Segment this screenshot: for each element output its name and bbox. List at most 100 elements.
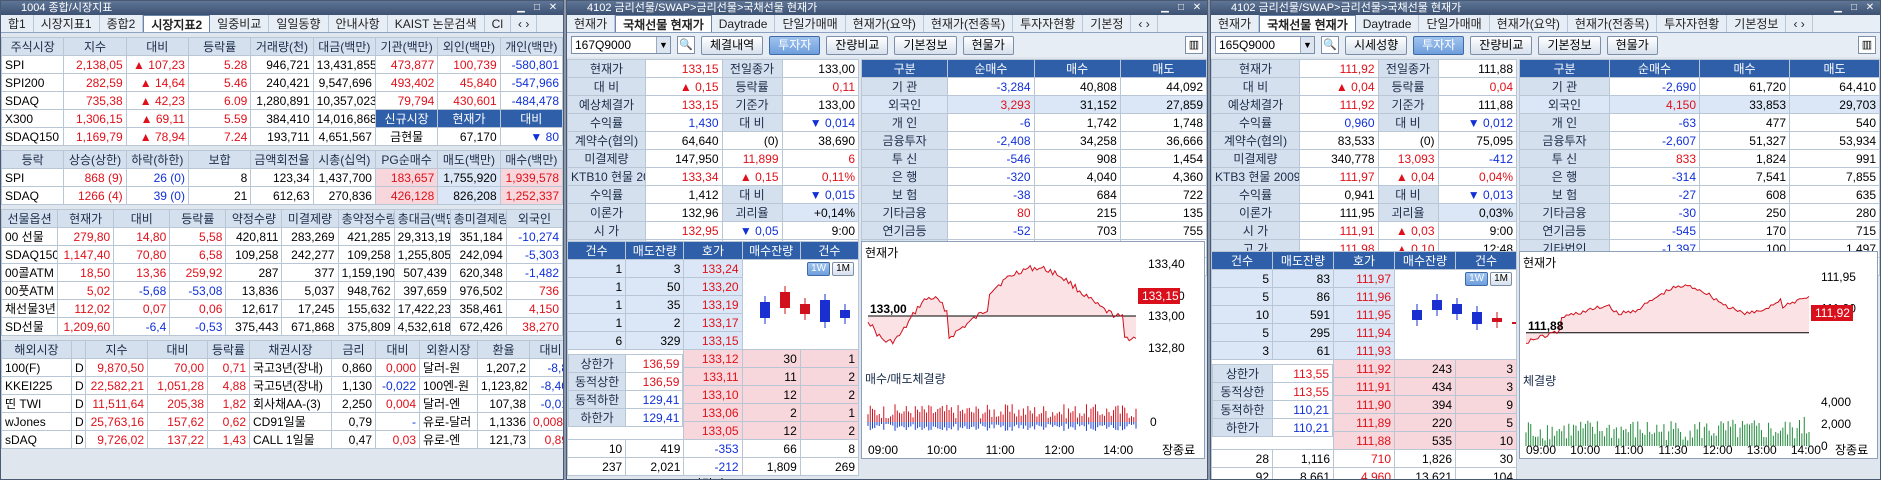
bid-price[interactable]: 111,90 [1333,395,1395,414]
tab-4[interactable]: 현재가(요약) [846,15,924,32]
tab-5[interactable]: 현재가(전종목) [924,15,1014,32]
table-row[interactable]: 100(F) D 9,870,50 70,00 0,71 국고3년(장내) 0,860 0,0… [1,358,563,377]
btn-3[interactable]: 기본정보 [894,35,957,55]
ask-price[interactable]: 133,20 [683,277,743,296]
table-row[interactable]: KKEI225 D 22,582,21 1,051,28 4,88 국고5년(장내) 1,1… [1,376,563,395]
table-row[interactable]: 연기금등 -545 170 715 [1519,221,1880,240]
table-row[interactable]: 투 신 833 1,824 991 [1519,149,1880,168]
btn-2[interactable]: 잔량비교 [826,35,889,55]
tab-8[interactable]: Cl [485,15,511,32]
tab-5[interactable]: 일일동향 [269,15,329,32]
tab-6[interactable]: 안내사항 [329,15,388,32]
ask-row[interactable]: 5 83 111,97 1W 1M [1211,269,1517,360]
close-icon[interactable]: ✕ [1862,1,1878,15]
minimize-icon[interactable]: ▁ [1157,1,1173,15]
tab-4[interactable]: 일중비교 [210,15,270,32]
search-icon[interactable]: 🔍 [1321,36,1339,54]
table-row[interactable]: 개 인 -6 1,742 1,748 [860,113,1207,132]
tab-1[interactable]: 국채선물 현재가 [615,15,712,32]
bid-price[interactable]: 111,92 [1333,359,1395,378]
table-row[interactable]: 외국인 3,293 31,152 27,859 [860,95,1207,114]
bid-price[interactable]: 133,10 [683,385,743,404]
contract-code-input[interactable]: 165Q9000 ▼ [1215,36,1315,54]
btn-4[interactable]: 현물가 [1606,35,1658,55]
tab-6[interactable]: 투자자현황 [1013,15,1084,32]
bid-row[interactable]: 상한가 136,59 동적상한 136,59 동적하한 129,41 하한가 129,41 13… [567,349,860,440]
bid-price[interactable]: 111,88 [1333,431,1395,450]
table-row[interactable]: SPI 868 (9) 26 (0) 8 123,34 1,437,700 183,657 1… [1,168,563,187]
table-row[interactable]: 보 험 -27 608 635 [1519,185,1880,204]
table-row[interactable]: 띤 TWI D 11,511,64 205,38 1,82 회사채AA-(3) 2,250 0… [1,394,563,413]
table-row[interactable]: SPI200 282,59 ▲ 14,64 5.46 240,421 9,547,696 4… [1,73,563,92]
minimize-icon[interactable]: ▁ [1830,1,1846,15]
tab-2[interactable]: Daytrade [712,15,776,32]
mode-1m[interactable]: 1M [1490,272,1512,286]
minimize-icon[interactable]: ▁ [513,1,529,15]
table-row[interactable]: 기 관 -3,284 40,808 44,092 [860,77,1207,96]
tab-7[interactable]: 기본정 [1083,15,1132,32]
chevron-down-icon[interactable]: ▼ [1300,37,1314,53]
w3-titlebar[interactable]: 4102 금리선물/SWAP>금리선물>국채선물 현재가 ▁ □ ✕ [1211,1,1880,15]
table-row[interactable]: 채선물3년 112,02 0,07 0,06 12,617 17,245 155,632 17… [1,299,563,318]
tab-0[interactable]: 현재가 [567,15,616,32]
maximize-icon[interactable]: □ [529,1,545,15]
bid-price[interactable]: 111,91 [1333,377,1395,396]
ask-price[interactable]: 133,17 [683,313,743,332]
w2-titlebar[interactable]: 4102 금리선물/SWAP>금리선물>국채선물 현재가 ▁ □ ✕ [567,1,1207,15]
intraday-chart[interactable]: 111,95111,90111,92111,884,0002,000009:00… [1519,251,1878,459]
table-row[interactable]: 보 험 -38 684 722 [860,185,1207,204]
tab-2[interactable]: 종합2 [100,15,144,32]
table-row[interactable]: 기 관 -2,690 61,720 64,410 [1519,77,1880,96]
tab-1[interactable]: 시장지표1 [34,15,100,32]
tab-scroll-arrows[interactable]: ‹ › [1786,15,1813,32]
btn-3[interactable]: 기본정보 [1538,35,1601,55]
table-row[interactable]: X300 1,306,15 ▲ 69,11 5.59 384,410 14,016,868… [1,109,563,128]
intraday-chart[interactable]: 133,40133,20133,00132,80133,15133,00009:… [861,241,1205,459]
bid-price[interactable]: 133,12 [683,349,743,368]
btn-1[interactable]: 투자자 [1413,35,1465,55]
tab-4[interactable]: 현재가(요약) [1490,15,1568,32]
tab-3[interactable]: 단일가매매 [775,15,846,32]
btn-0[interactable]: 체결내역 [701,35,764,55]
close-icon[interactable]: ✕ [1189,1,1205,15]
btn-2[interactable]: 잔량비교 [1470,35,1533,55]
btn-0[interactable]: 시세성향 [1345,35,1408,55]
ask-price[interactable]: 111,96 [1333,287,1395,306]
table-row[interactable]: 개 인 -63 477 540 [1519,113,1880,132]
tab-2[interactable]: Daytrade [1356,15,1420,32]
tab-5[interactable]: 현재가(전종목) [1568,15,1658,32]
ask-price[interactable]: 111,93 [1333,341,1395,360]
bid-price[interactable]: 133,05 [683,421,743,440]
btn-1[interactable]: 투자자 [769,35,821,55]
mode-1w[interactable]: 1W [807,262,831,276]
close-icon[interactable]: ✕ [545,1,561,15]
window1-titlebar[interactable]: 1004 종합/시장지표 ▁ □ ✕ [1,1,563,15]
bid-price[interactable]: 133,11 [683,367,743,386]
table-row[interactable]: SPI 2,138,05 ▲ 107,23 5.28 946,721 13,431,855… [1,55,563,74]
tab-7[interactable]: KAIST 논문검색 [388,15,485,32]
ask-price[interactable]: 133,24 [683,259,743,278]
tab-scroll-arrows[interactable]: ‹ › [511,15,538,32]
chevron-down-icon[interactable]: ▼ [656,37,670,53]
tab-0[interactable]: 합1 [1,15,34,32]
ask-price[interactable]: 133,19 [683,295,743,314]
mode-1w[interactable]: 1W [1465,272,1489,286]
tab-7[interactable]: 기본정보 [1727,15,1787,32]
table-row[interactable]: wJones D 25,763,16 157,62 0,62 CD91일물 0,79- 유로-… [1,412,563,431]
table-row[interactable]: SD선물 1,209,60 -6,4 -0,53 375,443 671,868 375,8… [1,317,563,336]
table-row[interactable]: 00풋ATM 5,02 -5,68 -53,08 13,836 5,037 948,762 3… [1,281,563,300]
table-row[interactable]: 은 행 -314 7,541 7,855 [1519,167,1880,186]
bid-price[interactable]: 111,89 [1333,413,1395,432]
table-row[interactable]: 금융투자 -2,607 51,327 53,934 [1519,131,1880,150]
table-row[interactable]: sDAQ D 9,726,02 137,22 1,43 CALL 1일물 0,47 0,03 유… [1,430,563,449]
table-row[interactable]: 00 선물 279,80 14,80 5,58 420,811 283,269 421,28… [1,227,563,246]
tab-0[interactable]: 현재가 [1211,15,1260,32]
tab-3[interactable]: 시장지표2 [143,15,211,32]
search-icon[interactable]: 🔍 [677,36,695,54]
ask-row[interactable]: 1 3 133,24 1W 1M [567,259,860,350]
bid-row[interactable]: 상한가 113,55 동적상한 113,55 동적하한 110,21 하한가 110,21 11… [1211,359,1517,450]
tab-6[interactable]: 투자자현황 [1657,15,1728,32]
ask-price[interactable]: 133,15 [683,331,743,350]
tab-scroll-arrows[interactable]: ‹ › [1131,15,1158,32]
contract-code-input[interactable]: 167Q9000 ▼ [571,36,671,54]
